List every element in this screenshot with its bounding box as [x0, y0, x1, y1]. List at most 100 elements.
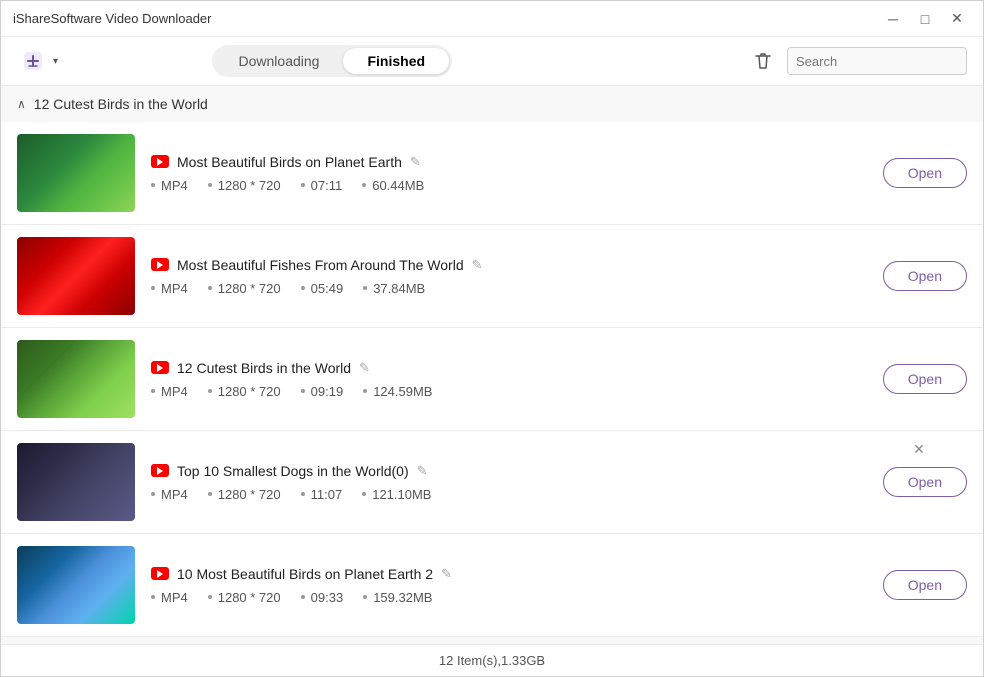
meta-duration: 05:49 — [301, 281, 344, 296]
format-value: MP4 — [161, 178, 188, 193]
resolution-value: 1280 * 720 — [218, 281, 281, 296]
meta-duration: 07:11 — [301, 178, 343, 193]
video-thumbnail — [17, 340, 135, 418]
meta-resolution: 1280 * 720 — [208, 590, 281, 605]
delete-button[interactable] — [747, 45, 779, 77]
meta-dot — [208, 183, 212, 187]
status-text: 12 Item(s),1.33GB — [439, 653, 545, 668]
meta-resolution: 1280 * 720 — [208, 384, 281, 399]
edit-icon[interactable]: ✎ — [441, 566, 452, 582]
duration-value: 09:33 — [311, 590, 344, 605]
video-meta: MP4 1280 * 720 05:49 37.84MB — [151, 281, 867, 296]
meta-dot — [208, 492, 212, 496]
app-title: iShareSoftware Video Downloader — [13, 11, 212, 26]
minimize-button[interactable]: ─ — [879, 5, 907, 33]
tab-finished[interactable]: Finished — [343, 48, 449, 74]
video-info: 10 Most Beautiful Birds on Planet Earth … — [151, 566, 867, 605]
chevron-up-icon: ∧ — [17, 97, 26, 111]
maximize-button[interactable]: □ — [911, 5, 939, 33]
toolbar-right — [747, 45, 967, 77]
open-button[interactable]: Open — [883, 261, 967, 291]
edit-icon[interactable]: ✎ — [410, 154, 421, 170]
meta-dot — [362, 183, 366, 187]
format-value: MP4 — [161, 281, 188, 296]
video-item: 12 Cutest Birds in the World ✎ MP4 1280 … — [1, 328, 983, 431]
meta-dot — [362, 492, 366, 496]
video-thumbnail — [17, 134, 135, 212]
meta-dot — [151, 389, 155, 393]
video-item: Most Beautiful Fishes From Around The Wo… — [1, 225, 983, 328]
size-value: 124.59MB — [373, 384, 432, 399]
resolution-value: 1280 * 720 — [218, 178, 281, 193]
meta-dot — [363, 595, 367, 599]
video-info: Most Beautiful Birds on Planet Earth ✎ M… — [151, 154, 867, 193]
search-input[interactable] — [787, 47, 967, 75]
meta-resolution: 1280 * 720 — [208, 178, 281, 193]
tab-group: Downloading Finished — [212, 45, 453, 77]
resolution-value: 1280 * 720 — [218, 487, 281, 502]
video-item: Most Beautiful Birds on Planet Earth ✎ M… — [1, 122, 983, 225]
format-value: MP4 — [161, 590, 188, 605]
toolbar: ▾ Downloading Finished — [1, 37, 983, 86]
video-info: Top 10 Smallest Dogs in the World(0) ✎ M… — [151, 463, 867, 502]
format-value: MP4 — [161, 384, 188, 399]
close-button[interactable]: ✕ — [943, 5, 971, 33]
video-title: 12 Cutest Birds in the World — [177, 360, 351, 376]
video-title: Top 10 Smallest Dogs in the World(0) — [177, 463, 409, 479]
meta-dot — [301, 286, 305, 290]
meta-size: 124.59MB — [363, 384, 432, 399]
group-header[interactable]: ∧ 12 Cutest Birds in the World — [1, 86, 983, 122]
video-item: Top 10 Smallest Dogs in the World(0) ✎ M… — [1, 431, 983, 534]
meta-dot — [301, 183, 305, 187]
add-download-button[interactable] — [17, 45, 49, 77]
size-value: 121.10MB — [372, 487, 431, 502]
window-controls: ─ □ ✕ — [879, 5, 971, 33]
open-button[interactable]: Open — [883, 364, 967, 394]
meta-dot — [208, 595, 212, 599]
youtube-icon — [151, 155, 169, 168]
meta-dot — [151, 286, 155, 290]
video-title-row: 12 Cutest Birds in the World ✎ — [151, 360, 867, 376]
meta-format: MP4 — [151, 590, 188, 605]
duration-value: 11:07 — [311, 487, 343, 502]
size-value: 60.44MB — [372, 178, 424, 193]
dropdown-arrow-icon[interactable]: ▾ — [53, 56, 58, 67]
resolution-value: 1280 * 720 — [218, 590, 281, 605]
video-title: 10 Most Beautiful Birds on Planet Earth … — [177, 566, 433, 582]
video-item: 10 Most Beautiful Birds on Planet Earth … — [1, 534, 983, 637]
size-value: 37.84MB — [373, 281, 425, 296]
meta-dot — [151, 595, 155, 599]
meta-dot — [363, 389, 367, 393]
titlebar: iShareSoftware Video Downloader ─ □ ✕ — [1, 1, 983, 37]
statusbar: 12 Item(s),1.33GB — [1, 644, 983, 676]
open-button[interactable]: Open — [883, 570, 967, 600]
youtube-icon — [151, 361, 169, 374]
duration-value: 05:49 — [311, 281, 344, 296]
video-info: 12 Cutest Birds in the World ✎ MP4 1280 … — [151, 360, 867, 399]
meta-size: 37.84MB — [363, 281, 425, 296]
edit-icon[interactable]: ✎ — [472, 257, 483, 273]
meta-dot — [151, 183, 155, 187]
meta-dot — [151, 492, 155, 496]
group-title: 12 Cutest Birds in the World — [34, 96, 208, 112]
meta-dot — [301, 389, 305, 393]
youtube-icon — [151, 258, 169, 271]
tab-downloading[interactable]: Downloading — [215, 48, 344, 74]
video-title-row: Most Beautiful Fishes From Around The Wo… — [151, 257, 867, 273]
duration-value: 07:11 — [311, 178, 343, 193]
meta-size: 121.10MB — [362, 487, 431, 502]
toolbar-left: ▾ — [17, 45, 58, 77]
edit-icon[interactable]: ✎ — [359, 360, 370, 376]
open-button[interactable]: Open — [883, 158, 967, 188]
open-button[interactable]: Open — [883, 467, 967, 497]
meta-dot — [301, 492, 305, 496]
video-title: Most Beautiful Fishes From Around The Wo… — [177, 257, 464, 273]
video-thumbnail — [17, 237, 135, 315]
video-thumbnail — [17, 443, 135, 521]
video-meta: MP4 1280 * 720 09:19 124.59MB — [151, 384, 867, 399]
edit-icon[interactable]: ✎ — [417, 463, 428, 479]
video-meta: MP4 1280 * 720 09:33 159.32MB — [151, 590, 867, 605]
meta-format: MP4 — [151, 487, 188, 502]
meta-format: MP4 — [151, 281, 188, 296]
close-item-button[interactable]: ✕ — [909, 439, 929, 459]
